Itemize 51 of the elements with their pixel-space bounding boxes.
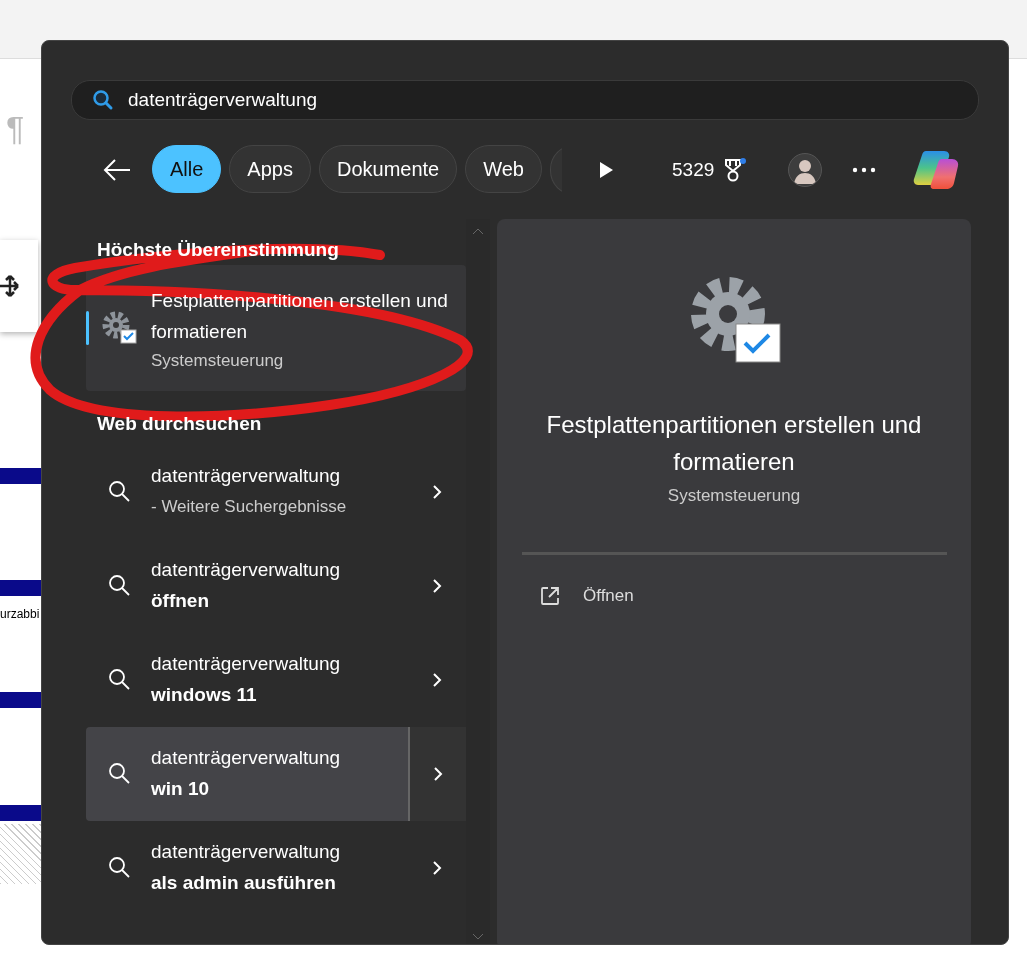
suggestion-query: datenträgerverwaltung (151, 746, 341, 770)
filter-tab[interactable]: Apps (229, 145, 311, 193)
suggestion-query: datenträgerverwaltung (151, 464, 342, 488)
chevron-right-icon[interactable] (432, 578, 442, 594)
open-action[interactable]: Öffnen (539, 585, 634, 607)
chevron-right-icon[interactable] (432, 484, 442, 500)
suggestion-suffix: windows 11 (151, 683, 258, 707)
suggestion-query: datenträgerverwaltung (151, 840, 341, 864)
external-link-icon (539, 585, 561, 607)
header-bar (0, 580, 41, 596)
search-icon (92, 89, 114, 111)
scroll-down-icon[interactable] (472, 933, 484, 941)
scroll-up-icon[interactable] (472, 227, 484, 235)
suggestion-suffix: als admin ausführen (151, 871, 337, 895)
search-field[interactable]: datenträgerverwaltung (71, 80, 979, 120)
avatar[interactable] (788, 153, 823, 187)
more-icon[interactable] (852, 167, 877, 173)
suggestion-suffix: win 10 (151, 777, 211, 801)
result-category: Systemsteuerung (151, 351, 285, 371)
header-bar (0, 805, 41, 821)
move-icon (0, 274, 20, 298)
filter-tab[interactable]: Alle (152, 145, 222, 193)
web-search-suggestion[interactable]: datenträgerverwaltung öffnen (86, 539, 466, 633)
play-icon[interactable] (598, 161, 614, 179)
web-search-suggestion[interactable]: datenträgerverwaltung - Weitere Suchergebnisse (86, 445, 466, 539)
suggestion-query: datenträgerverwaltung (151, 652, 341, 676)
best-match-result[interactable]: Festplattenpartitionen erstellen und formatieren Systemsteuerung (86, 265, 466, 391)
header-bar (0, 692, 41, 708)
points-count[interactable]: 5329 (672, 159, 715, 181)
web-search-suggestion[interactable]: datenträgerverwaltung als admin ausführen (86, 821, 466, 915)
move-handle[interactable] (0, 240, 38, 332)
header-bar (0, 468, 41, 484)
hatched-area (0, 824, 41, 884)
chevron-right-icon[interactable] (432, 860, 442, 876)
detail-category: Systemsteuerung (667, 486, 801, 506)
web-search-suggestion[interactable]: datenträgerverwaltung windows 11 (86, 633, 466, 727)
gear-checkmark-icon (102, 311, 138, 345)
filter-tab[interactable]: Web (465, 145, 542, 193)
filter-tab[interactable]: Dokumente (318, 145, 458, 193)
web-search-suggestion[interactable]: datenträgerverwaltung win 10 (86, 727, 466, 821)
medal-icon[interactable] (722, 157, 749, 183)
detail-title: Festplattenpartitionen erstellen und formatieren (545, 410, 923, 477)
chevron-right-icon[interactable] (433, 766, 443, 782)
suggestion-query: datenträgerverwaltung (151, 558, 341, 582)
suggestion-suffix: - Weitere Suchergebnisse (151, 496, 347, 518)
selection-indicator (86, 311, 89, 345)
label-fragment: urzabbi (0, 607, 40, 621)
back-arrow-icon[interactable] (102, 158, 132, 182)
suggestion-suffix: öffnen (151, 589, 211, 613)
chevron-right-icon[interactable] (432, 672, 442, 688)
result-title: Festplattenpartitionen erstellen und formatieren (151, 289, 449, 344)
